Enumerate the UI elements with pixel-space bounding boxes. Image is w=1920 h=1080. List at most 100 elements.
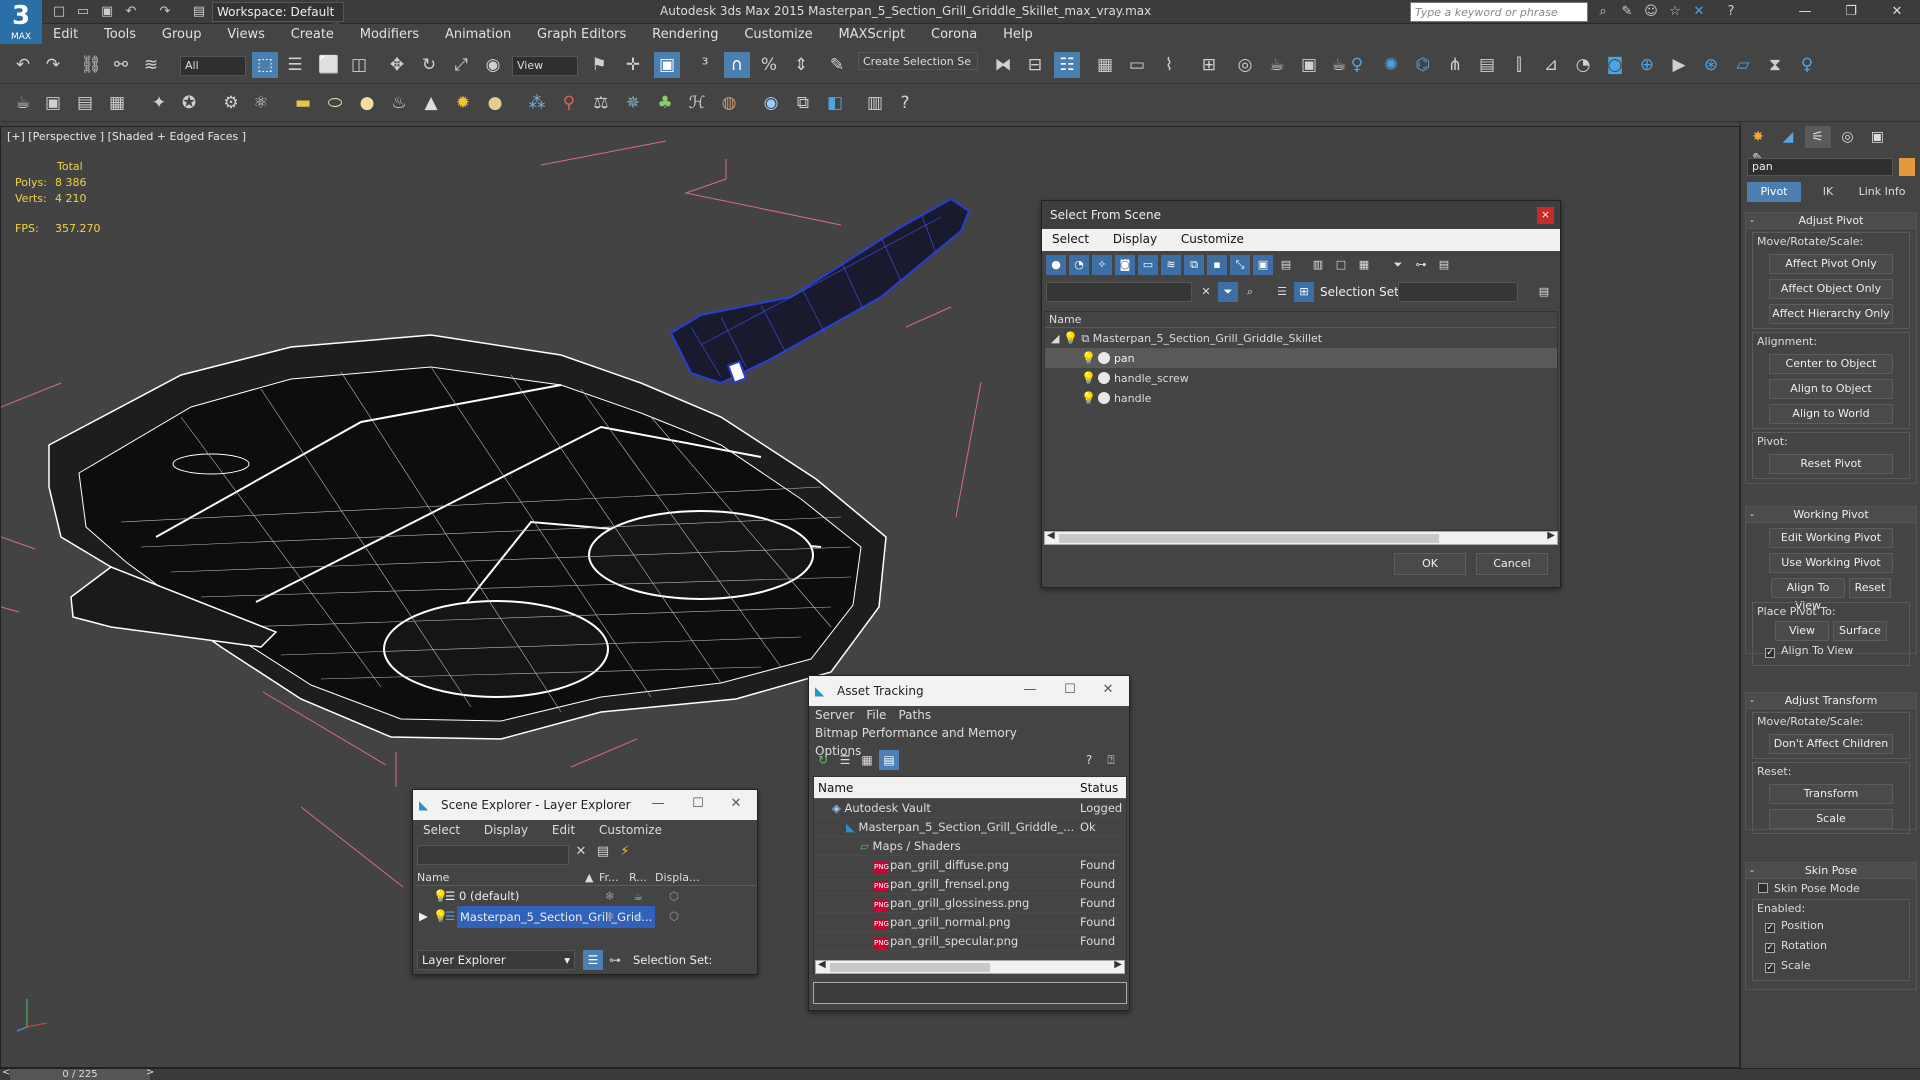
window-crossing-icon[interactable]: ◫ bbox=[346, 52, 372, 78]
corona-scatter-icon[interactable]: ♨ bbox=[386, 90, 412, 116]
close-icon[interactable]: ✕ bbox=[1089, 676, 1127, 704]
position-checkbox[interactable]: ✓ Position bbox=[1753, 916, 1909, 936]
modify-tab-icon[interactable]: ◢ bbox=[1775, 126, 1801, 148]
scroll-left-icon[interactable]: ◀ bbox=[1047, 530, 1055, 541]
save-file-icon[interactable]: ▣ bbox=[98, 3, 116, 21]
corona-sun-light-icon[interactable]: ✹ bbox=[450, 90, 476, 116]
menu-paths[interactable]: Paths bbox=[892, 706, 937, 724]
ik-tab[interactable]: IK bbox=[1801, 182, 1855, 202]
use-working-pivot-button[interactable]: Use Working Pivot bbox=[1769, 553, 1893, 573]
containers-filter-icon[interactable]: ▣ bbox=[1253, 255, 1273, 275]
menu-customize[interactable]: Customize bbox=[1171, 229, 1254, 249]
redo-icon[interactable]: ↷ bbox=[156, 3, 174, 21]
affect-hierarchy-only-button[interactable]: Affect Hierarchy Only bbox=[1769, 304, 1893, 324]
minimize-button[interactable]: — bbox=[1782, 0, 1828, 24]
help-icon[interactable]: ? bbox=[1722, 3, 1740, 21]
scale-icon[interactable]: ⤢ bbox=[448, 52, 474, 78]
tree-row-handle-screw[interactable]: 💡 handle_screw bbox=[1045, 368, 1557, 388]
corona-sphere-icon[interactable]: ⬭ bbox=[322, 90, 348, 116]
undo-icon[interactable]: ↶ bbox=[122, 3, 140, 21]
keyboard-shortcut-override-icon[interactable]: ▣ bbox=[654, 52, 680, 78]
rectangular-selection-icon[interactable]: ⬜ bbox=[316, 52, 342, 78]
corona-render-icon[interactable]: ☕ bbox=[10, 90, 36, 116]
dont-affect-children-button[interactable]: Don't Affect Children bbox=[1769, 734, 1893, 754]
find-input[interactable] bbox=[1046, 282, 1192, 302]
corona-environment-icon[interactable]: ● bbox=[482, 90, 508, 116]
frozen-filter-icon[interactable]: ▤ bbox=[1276, 255, 1296, 275]
corona-converter-icon[interactable]: ▦ bbox=[104, 90, 130, 116]
case-sensitive-icon[interactable]: ⌕ bbox=[1240, 282, 1260, 302]
menu-modifiers[interactable]: Modifiers bbox=[349, 24, 430, 45]
scroll-right-icon[interactable]: ▶ bbox=[1114, 959, 1122, 970]
time-slider[interactable]: 0 / 225 bbox=[10, 1069, 150, 1080]
close-icon[interactable]: × bbox=[1537, 207, 1554, 224]
select-and-link-icon[interactable]: ⛓ bbox=[78, 52, 104, 78]
menu-views[interactable]: Views bbox=[216, 24, 276, 45]
dialog-title-bar[interactable]: ◣ Scene Explorer - Layer Explorer — ☐ ✕ bbox=[413, 790, 757, 820]
link-info-tab[interactable]: Link Info bbox=[1855, 182, 1909, 202]
layers-icon[interactable]: ☰ bbox=[1272, 282, 1292, 302]
refresh-icon[interactable]: ↻ bbox=[813, 750, 833, 770]
new-layer-icon[interactable]: ▤ bbox=[593, 842, 613, 862]
object-name-field[interactable]: pan bbox=[1747, 158, 1893, 176]
motion-tab-icon[interactable]: ◎ bbox=[1834, 126, 1860, 148]
minimize-icon[interactable]: — bbox=[1011, 676, 1049, 704]
corona-texture-icon[interactable]: ◍ bbox=[716, 90, 742, 116]
corona-vfb-icon[interactable]: ▣ bbox=[40, 90, 66, 116]
name-column-header[interactable]: Name bbox=[1045, 312, 1557, 328]
select-manipulate-icon[interactable]: ✛ bbox=[620, 52, 646, 78]
display-column-header[interactable]: Displa... bbox=[655, 870, 700, 886]
corona-help-icon[interactable]: ? bbox=[892, 90, 918, 116]
expand-arrow-icon[interactable]: ◢ bbox=[1051, 332, 1059, 345]
menu-maxscript[interactable]: MAXScript bbox=[827, 24, 916, 45]
next-frame-icon[interactable]: > bbox=[146, 1067, 154, 1078]
reset-working-pivot-button[interactable]: Reset bbox=[1849, 578, 1891, 598]
menu-select[interactable]: Select bbox=[1042, 229, 1099, 249]
edit-selection-set-icon[interactable]: ▤ bbox=[1534, 282, 1554, 302]
select-object-icon[interactable]: ⬚ bbox=[252, 52, 278, 78]
menu-create[interactable]: Create bbox=[280, 24, 345, 45]
vray-mesh-export-icon[interactable]: ◔ bbox=[1570, 52, 1596, 78]
freeze-icon[interactable]: ❄ bbox=[605, 886, 615, 906]
vray-ies-icon[interactable]: ⌬ bbox=[1410, 52, 1436, 78]
subscription-icon[interactable]: ✎ bbox=[1618, 3, 1636, 21]
status-column-header[interactable]: Status bbox=[1080, 777, 1118, 799]
table-row[interactable]: PNGpan_grill_frensel.png Found bbox=[814, 875, 1126, 894]
helpers-filter-icon[interactable]: ▭ bbox=[1138, 255, 1158, 275]
corona-decal-icon[interactable]: ⁂ bbox=[524, 90, 550, 116]
move-icon[interactable]: ✥ bbox=[384, 52, 410, 78]
edit-working-pivot-button[interactable]: Edit Working Pivot bbox=[1769, 528, 1893, 548]
display-box-icon[interactable]: ⬡ bbox=[669, 886, 679, 906]
table-row[interactable]: ▱ Maps / Shaders bbox=[814, 837, 1126, 856]
table-row[interactable]: PNGpan_grill_diffuse.png Found bbox=[814, 856, 1126, 875]
rotation-checkbox[interactable]: ✓ Rotation bbox=[1753, 936, 1909, 956]
scrollbar-thumb[interactable] bbox=[1059, 534, 1439, 543]
favorites-star-icon[interactable]: ☆ bbox=[1666, 3, 1684, 21]
xrefs-filter-icon[interactable]: ▪ bbox=[1207, 255, 1227, 275]
list-view-icon[interactable]: ☰ bbox=[835, 750, 855, 770]
menu-select[interactable]: Select bbox=[413, 820, 470, 840]
maximize-icon[interactable]: ☐ bbox=[679, 790, 717, 818]
freeze-icon[interactable]: ❄ bbox=[605, 906, 615, 926]
object-color-swatch[interactable] bbox=[1899, 158, 1915, 176]
toggle-scene-explorer-icon[interactable]: ☷ bbox=[1054, 52, 1080, 78]
project-folder-icon[interactable]: ▤ bbox=[190, 3, 208, 21]
schematic-view-icon[interactable]: ⊞ bbox=[1196, 52, 1222, 78]
frozen-column-header[interactable]: Fr... bbox=[599, 870, 619, 886]
selection-set-dropdown[interactable] bbox=[1398, 282, 1518, 302]
reset-pivot-button[interactable]: Reset Pivot bbox=[1769, 454, 1893, 474]
asset-path-field[interactable] bbox=[813, 982, 1127, 1004]
table-view-icon[interactable]: ▤ bbox=[879, 750, 899, 770]
corona-sky-icon[interactable]: ● bbox=[354, 90, 380, 116]
place-icon[interactable]: ◉ bbox=[480, 52, 506, 78]
layer-row-default[interactable]: 💡 ☰ 0 (default) ❄ ☕ ⬡ bbox=[415, 886, 757, 906]
hierarchy-tab-icon[interactable]: ⚟ bbox=[1804, 126, 1831, 148]
ribbon-icon[interactable]: ▭ bbox=[1124, 52, 1150, 78]
vray-dome-icon[interactable]: ⊛ bbox=[1698, 52, 1724, 78]
rotate-icon[interactable]: ↻ bbox=[416, 52, 442, 78]
shapes-filter-icon[interactable]: ◔ bbox=[1069, 255, 1089, 275]
render-setup-icon[interactable]: ☕ bbox=[1264, 52, 1290, 78]
name-column-header[interactable]: Name bbox=[417, 870, 449, 886]
menu-tools[interactable]: Tools bbox=[93, 24, 147, 45]
snaps-toggle-icon[interactable]: ³ bbox=[692, 52, 718, 78]
